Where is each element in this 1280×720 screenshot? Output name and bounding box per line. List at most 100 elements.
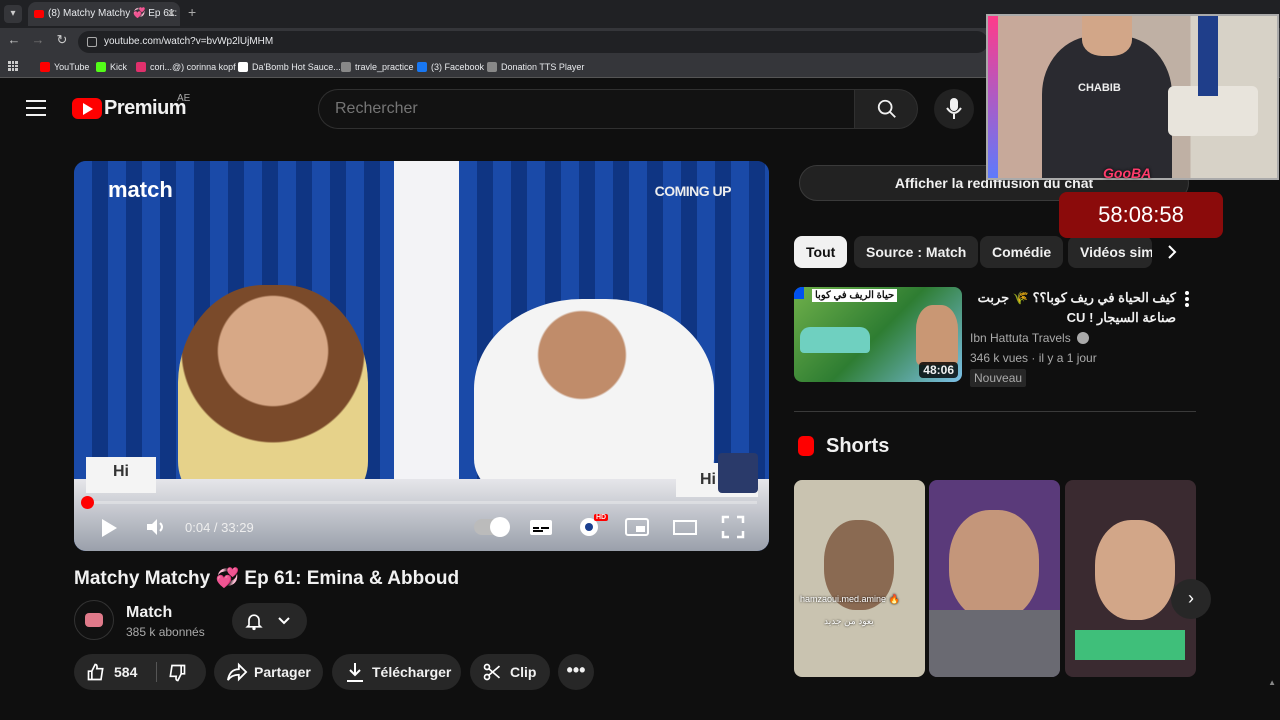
- like-count[interactable]: 584: [114, 654, 137, 690]
- theater-mode-icon[interactable]: [673, 515, 697, 539]
- subscriber-count: 385 k abonnés: [126, 625, 205, 639]
- browser-tab[interactable]: (8) Matchy Matchy 💞 Ep 61: Er ✕: [28, 2, 180, 26]
- thumbs-up-icon[interactable]: [86, 662, 106, 682]
- bookmark-label: (3) Facebook: [431, 62, 485, 72]
- bookmark-instagram[interactable]: cori...@) corinna kopf: [136, 60, 236, 74]
- short-suit: [929, 610, 1060, 677]
- search-icon: [877, 99, 896, 118]
- bookmark-kick[interactable]: Kick: [96, 60, 127, 74]
- bookmark-label: Da'Bomb Hot Sauce...: [252, 62, 341, 72]
- video-frame: [74, 479, 769, 551]
- tab-search-icon[interactable]: ▾: [4, 5, 22, 23]
- notification-bell-button[interactable]: [232, 603, 307, 639]
- divider: [156, 662, 157, 682]
- chevron-right-icon[interactable]: [1164, 244, 1180, 260]
- more-actions-button[interactable]: •••: [558, 654, 594, 690]
- streamer-head: [1082, 16, 1132, 56]
- kick-icon: [96, 62, 106, 72]
- short-caption-bar: [1075, 630, 1185, 660]
- short-thumbnail[interactable]: hamzaoui.med.amine 🔥 يعود من جديد: [794, 480, 925, 677]
- country-code: AE: [177, 93, 191, 104]
- bookmark-donation[interactable]: Donation TTS Player: [487, 60, 584, 74]
- channel-avatar[interactable]: [74, 600, 114, 640]
- bookmark-facebook[interactable]: (3) Facebook: [417, 60, 484, 74]
- play-icon[interactable]: [102, 519, 117, 537]
- autoplay-toggle[interactable]: [474, 517, 510, 537]
- section-divider: [794, 411, 1196, 412]
- recommendation-title[interactable]: كيف الحياة في ريف كوبا؟؟ 🌾 جربت صناعة ال…: [970, 288, 1176, 328]
- download-icon: [347, 663, 363, 682]
- subtitles-icon[interactable]: [529, 515, 553, 539]
- new-badge: Nouveau: [970, 369, 1027, 387]
- tab-close-icon[interactable]: ✕: [167, 2, 176, 26]
- chip-comedy[interactable]: Comédie: [980, 236, 1064, 268]
- forward-icon[interactable]: →: [28, 32, 48, 47]
- thumbs-down-icon[interactable]: [167, 663, 187, 683]
- video-player[interactable]: match COMING UP Hi Hi 0:04 / 33:29 HD: [74, 161, 769, 551]
- short-thumbnail[interactable]: [1065, 480, 1196, 677]
- search-input[interactable]: [318, 89, 854, 129]
- scissors-icon: [483, 663, 501, 681]
- time-display: 0:04 / 33:29: [185, 520, 254, 535]
- miniplayer-icon[interactable]: [625, 515, 649, 539]
- youtube-premium-logo[interactable]: Premium: [104, 97, 187, 120]
- menu-icon[interactable]: [26, 100, 46, 116]
- scrubber-handle[interactable]: [81, 496, 94, 509]
- stream-timer: 58:08:58: [1059, 192, 1223, 238]
- bookmark-travle[interactable]: travle_practice: [341, 60, 414, 74]
- short-thumbnail[interactable]: [929, 480, 1060, 677]
- shorts-logo-icon: [798, 436, 814, 456]
- instagram-icon: [136, 62, 146, 72]
- apps-grid-icon[interactable]: [8, 61, 18, 71]
- url-field[interactable]: youtube.com/watch?v=bvWp2lUjMHM: [78, 31, 988, 53]
- chip-source-match[interactable]: Source : Match: [854, 236, 979, 268]
- youtube-icon: [40, 62, 50, 72]
- download-label: Télécharger: [372, 664, 452, 680]
- search-button[interactable]: [854, 89, 918, 129]
- fullscreen-icon[interactable]: [721, 515, 745, 539]
- chevron-down-icon: [278, 617, 290, 625]
- bookmark-label: Kick: [110, 62, 128, 72]
- clip-label: Clip: [510, 664, 537, 680]
- recommendation-meta: 346 k vues · il y a 1 jour: [970, 351, 1097, 365]
- share-label: Partager: [254, 664, 311, 680]
- new-tab-icon[interactable]: +: [188, 4, 196, 20]
- channel-name[interactable]: Match: [126, 604, 172, 622]
- shorts-next-button[interactable]: ›: [1171, 579, 1211, 619]
- more-vertical-icon[interactable]: [1184, 290, 1190, 308]
- bookmark-label: travle_practice: [355, 62, 414, 72]
- video-title: Matchy Matchy 💞 Ep 61: Emina & Abboud: [74, 568, 460, 589]
- video-person-left: [178, 285, 368, 505]
- back-icon[interactable]: ←: [4, 32, 24, 47]
- youtube-logo-icon[interactable]: [72, 98, 102, 119]
- bookmark-youtube[interactable]: YouTube: [40, 60, 89, 74]
- bell-icon: [245, 614, 263, 631]
- chip-similar-videos[interactable]: Vidéos sim: [1068, 236, 1152, 268]
- clip-button[interactable]: Clip: [470, 654, 550, 690]
- thumbnail-person: [916, 305, 958, 365]
- volume-icon[interactable]: [144, 515, 168, 539]
- streamer-body: [1042, 36, 1172, 178]
- match-handshake-icon: [85, 613, 103, 627]
- short-caption-arabic: يعود من جديد: [824, 616, 874, 626]
- site-info-icon[interactable]: [87, 37, 97, 47]
- progress-bar[interactable]: [86, 501, 757, 504]
- bookmark-dabomb[interactable]: Da'Bomb Hot Sauce...: [238, 60, 341, 74]
- chip-all[interactable]: Tout: [794, 236, 848, 268]
- download-button[interactable]: Télécharger: [332, 654, 461, 690]
- bookmark-page-icon: [238, 62, 248, 72]
- share-button[interactable]: Partager: [214, 654, 323, 690]
- voice-search-button[interactable]: [934, 89, 974, 129]
- channel-label: Ibn Hattuta Travels: [970, 331, 1071, 345]
- recommendation-thumbnail[interactable]: حياة الريف في كوبا 48:06: [794, 287, 962, 382]
- recommendation-channel[interactable]: Ibn Hattuta Travels: [970, 331, 1090, 345]
- reload-icon[interactable]: ↻: [52, 32, 72, 48]
- short-person: [1095, 520, 1175, 620]
- facebook-icon: [417, 62, 427, 72]
- cuba-flag-icon: [794, 287, 804, 299]
- bookmark-label: YouTube: [54, 62, 90, 72]
- youtube-favicon-icon: [34, 10, 44, 18]
- verified-check-icon: [1077, 332, 1090, 344]
- thumbnail-text: حياة الريف في كوبا: [812, 289, 898, 302]
- scroll-down-icon[interactable]: ▲: [1268, 678, 1276, 687]
